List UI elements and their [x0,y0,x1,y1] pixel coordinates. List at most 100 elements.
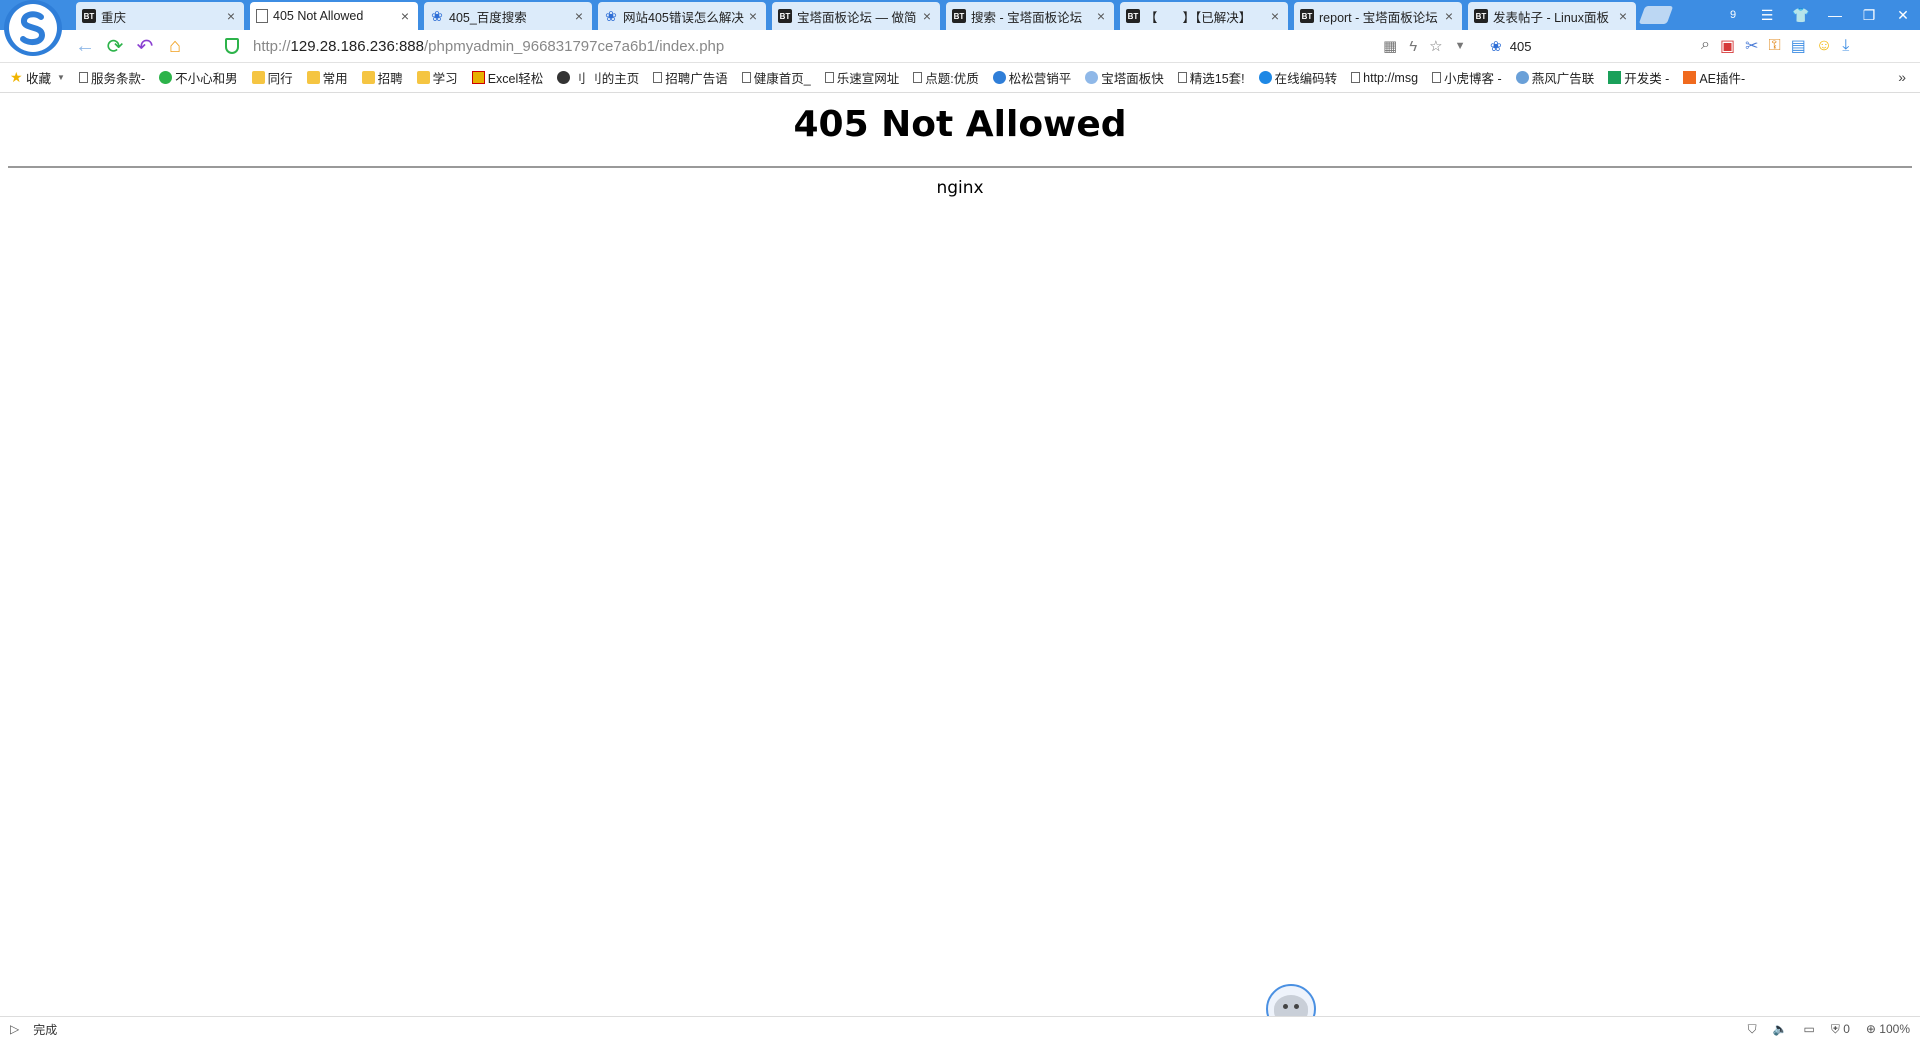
extension-toolbar: ▣ ✂ ⚿ ▤ ☺ ⤓ [1720,30,1849,62]
close-icon[interactable]: × [572,8,586,24]
bookmark-item[interactable]: 刂 刂的主页 [557,68,639,87]
translate-icon[interactable]: ▣ [1720,36,1735,56]
bookmark-star-icon[interactable]: ☆ [1429,37,1442,55]
tab-7[interactable]: BT 【 】【已解决】 × [1120,2,1288,30]
status-right: ⛉ 🔈 ▭ ⛨ 0 ⊕ 100% [1748,1017,1910,1041]
bookmark-folder[interactable]: 常用 [306,68,348,87]
undo-close-tab-icon[interactable]: ↶ [130,31,160,61]
close-icon[interactable]: × [224,8,238,24]
bookmark-item[interactable]: 开发类 - [1608,68,1669,87]
encode-icon [1258,71,1272,84]
bookmark-label: 收藏 [26,72,52,86]
bookmark-item[interactable]: 小虎博客 - [1432,68,1502,87]
bookmark-label: 常用 [322,72,348,86]
bookmark-label: 松松营销平 [1008,72,1072,86]
chevron-right-double-icon[interactable]: » [1898,69,1906,85]
excel-s-icon [471,71,485,84]
tab-label: 重庆 [101,10,127,25]
chevron-down-icon[interactable]: ▼ [1455,40,1466,52]
close-icon[interactable]: × [1094,8,1108,24]
bookmark-label: 招聘 [377,72,403,86]
url-field[interactable]: http://129.28.186.236:888/phpmyadmin_966… [225,30,1375,62]
tab-3[interactable]: ❀ 405_百度搜索 × [424,2,592,30]
tab-1[interactable]: BT 重庆 × [76,2,244,30]
bookmark-item[interactable]: 宝塔面板快 [1085,68,1164,87]
speaker-icon[interactable]: 🔈 [1773,1022,1788,1036]
bookmark-item[interactable]: AE插件- [1683,68,1745,87]
bt-icon: BT [1474,9,1488,23]
page-icon [78,72,88,83]
close-window-button[interactable]: ✕ [1886,0,1920,30]
minimize-button[interactable]: — [1818,0,1852,30]
tab-label: 405 Not Allowed [273,9,364,23]
page-icon [1432,72,1442,83]
sogou-browser-logo[interactable] [4,0,62,56]
screenshot-scissors-icon[interactable]: ✂ [1745,36,1758,56]
tab-count-badge[interactable]: 9 [1716,0,1750,30]
notes-icon[interactable]: ▤ [1791,36,1806,56]
search-icon[interactable]: ⌕ [1701,36,1710,54]
page-icon [1351,72,1361,83]
menu-icon[interactable]: ☰ [1750,0,1784,30]
tab-label: 搜索 - 宝塔面板论坛 [971,10,1083,25]
tab-9[interactable]: BT 发表帖子 - Linux面板 × [1468,2,1636,30]
close-icon[interactable]: × [1442,8,1456,24]
tab-6[interactable]: BT 搜索 - 宝塔面板论坛 × [946,2,1114,30]
star-icon: ★ [10,69,23,85]
bookmark-item[interactable]: 燕风广告联 [1515,68,1594,87]
briefcase-icon[interactable]: ▭ [1804,1022,1815,1036]
zoom-control[interactable]: ⊕ 100% [1866,1022,1910,1036]
folder-icon [306,71,320,84]
bookmark-item[interactable]: 健康首页_ [741,68,811,87]
bookmark-favorites[interactable]: ★ 收藏 ▼ [10,68,65,87]
bookmark-item[interactable]: Excel轻松 [471,68,544,87]
close-icon[interactable]: × [746,8,760,24]
new-tab-button[interactable] [1638,6,1674,24]
bookmark-label: 刂 刂的主页 [573,72,640,86]
bookmark-item[interactable]: 在线编码转 [1258,68,1337,87]
bookmark-folder[interactable]: 学习 [416,68,458,87]
bookmark-item[interactable]: 招聘广告语 [653,68,728,87]
bookmark-item[interactable]: 松松营销平 [992,68,1072,87]
divider [8,166,1912,168]
close-icon[interactable]: × [920,8,934,24]
download-icon[interactable]: ⤓ [1842,37,1849,55]
home-icon[interactable]: ⌂ [160,31,190,61]
bookmark-folder[interactable]: 同行 [251,68,293,87]
adblock-count: 0 [1843,1021,1850,1036]
search-query: 405 [1509,38,1532,54]
lightning-icon[interactable]: ϟ [1409,38,1417,55]
close-icon[interactable]: × [1616,8,1630,24]
close-icon[interactable]: × [398,8,412,24]
bookmark-item[interactable]: 服务条款- [78,68,145,87]
url-host: 129.28.186.236:888 [290,37,424,55]
bookmark-label: Excel轻松 [487,72,544,86]
bookmark-folder[interactable]: 招聘 [361,68,403,87]
qr-code-icon[interactable]: ▦ [1383,37,1397,55]
skin-icon[interactable]: 👕 [1784,0,1818,30]
error-heading: 405 Not Allowed [793,104,1127,145]
bookmark-item[interactable]: 精选15套! [1177,68,1245,87]
bookmark-item[interactable]: 乐速宣网址 [824,68,899,87]
adblock-counter[interactable]: ⛨ 0 [1831,1022,1850,1037]
close-icon[interactable]: × [1268,8,1282,24]
refresh-icon[interactable]: ⟳ [100,31,130,61]
emoji-icon[interactable]: ☺ [1816,37,1832,55]
search-box[interactable]: ❀ 405 ⌕ [1490,34,1710,58]
tab-5[interactable]: BT 宝塔面板论坛 — 做简 × [772,2,940,30]
bookmark-item[interactable]: http://msg [1351,71,1418,85]
tab-2-active[interactable]: 405 Not Allowed × [250,2,418,30]
shield-icon[interactable]: ⛉ [1748,1022,1757,1037]
tab-label: 网站405错误怎么解决 [623,10,744,25]
play-icon[interactable]: ▷ [10,1022,19,1036]
back-arrow-icon[interactable]: ← [70,31,100,61]
restore-button[interactable]: ❐ [1852,0,1886,30]
bookmark-label: 招聘广告语 [665,72,728,86]
bookmark-item[interactable]: 不小心和男 [159,68,238,87]
baidu-paw-icon: ❀ [431,7,443,24]
key-icon[interactable]: ⚿ [1769,37,1781,55]
baidu-paw-icon: ❀ [605,7,617,24]
bookmark-item[interactable]: 点题:优质 [913,68,979,87]
tab-4[interactable]: ❀ 网站405错误怎么解决 × [598,2,766,30]
tab-8[interactable]: BT report - 宝塔面板论坛 × [1294,2,1462,30]
